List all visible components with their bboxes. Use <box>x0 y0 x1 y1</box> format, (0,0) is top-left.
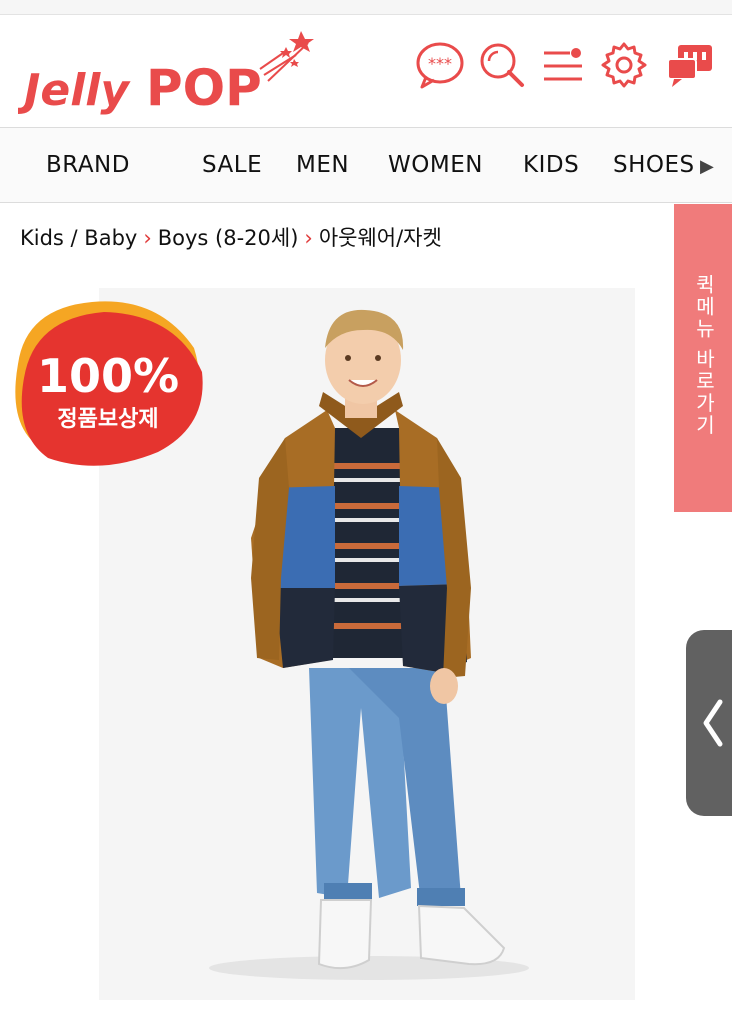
svg-text:***: *** <box>428 54 452 73</box>
svg-text:POP: POP <box>146 59 262 117</box>
nav-item-sale[interactable]: SALE <box>202 152 262 178</box>
authentic-guarantee-badge: 100% 정품보상제 <box>8 294 208 470</box>
svg-text:Jelly: Jelly <box>18 65 131 116</box>
chevron-left-icon <box>703 699 723 747</box>
quick-menu-label: 퀵메뉴 바로가기 <box>692 274 716 437</box>
breadcrumb-item-outerwear[interactable]: 아웃웨어/자켓 <box>319 226 442 250</box>
quick-menu-tab[interactable]: 퀵메뉴 바로가기 <box>674 204 732 512</box>
nav-item-women[interactable]: WOMEN <box>388 152 483 178</box>
customer-service-icon[interactable] <box>664 39 716 91</box>
badge-small-text: 정품보상제 <box>57 407 158 432</box>
breadcrumb-item-kids-baby[interactable]: Kids / Baby <box>20 226 137 250</box>
chevron-right-icon: › <box>304 226 313 250</box>
badge-big-text: 100% <box>37 349 179 403</box>
nav-item-kids[interactable]: KIDS <box>523 152 579 178</box>
main-nav: BRAND SALE MEN WOMEN KIDS SHOES ▶ <box>0 128 732 203</box>
gear-icon[interactable] <box>598 39 650 91</box>
site-header: Jelly POP *** <box>0 15 732 128</box>
nav-item-shoes[interactable]: SHOES <box>613 152 695 178</box>
jellypop-logo[interactable]: Jelly POP <box>16 25 318 125</box>
breadcrumb: Kids / Baby › Boys (8-20세) › 아웃웨어/자켓 <box>20 222 442 252</box>
side-panel-handle[interactable] <box>686 630 732 816</box>
nav-item-men[interactable]: MEN <box>296 152 349 178</box>
menu-icon[interactable] <box>538 39 590 91</box>
chevron-right-icon: › <box>143 226 152 250</box>
search-icon[interactable] <box>476 39 528 91</box>
nav-scroll-right-icon[interactable]: ▶ <box>700 156 714 177</box>
top-status-strip <box>0 0 732 15</box>
nav-item-brand[interactable]: BRAND <box>46 152 130 178</box>
chat-bubble-icon[interactable]: *** <box>414 39 466 91</box>
breadcrumb-item-boys[interactable]: Boys (8-20세) <box>158 226 299 250</box>
